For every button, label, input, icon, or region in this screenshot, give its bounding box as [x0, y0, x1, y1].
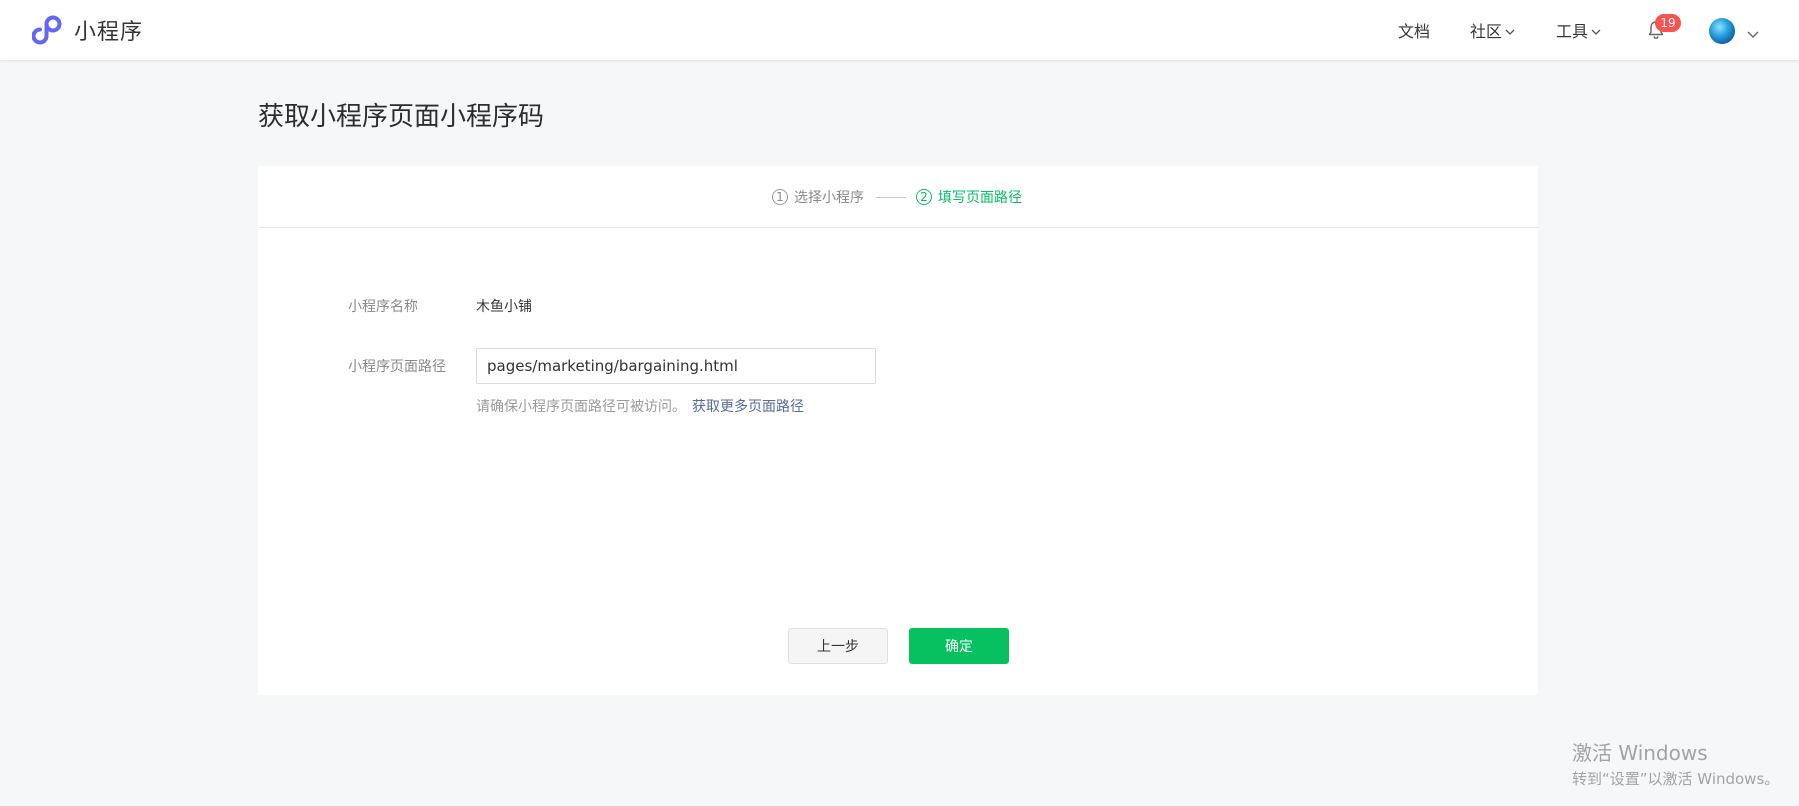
chevron-down-icon[interactable] — [1747, 24, 1759, 43]
chevron-down-icon — [1505, 21, 1515, 40]
top-navigation-bar: 小程序 文档 社区 工具 19 — [0, 0, 1799, 60]
confirm-button[interactable]: 确定 — [909, 628, 1009, 664]
miniprogram-name-value: 木鱼小铺 — [476, 299, 532, 315]
step-label: 填写页面路径 — [938, 190, 1022, 206]
miniprogram-name-label: 小程序名称 — [348, 299, 418, 315]
previous-step-button[interactable]: 上一步 — [788, 628, 888, 664]
page-path-label: 小程序页面路径 — [348, 359, 446, 375]
step-number: 2 — [916, 189, 932, 205]
nav-tools[interactable]: 工具 — [1556, 0, 1601, 60]
nav-community[interactable]: 社区 — [1470, 0, 1515, 60]
chevron-down-icon — [1591, 21, 1601, 40]
nav-community-label: 社区 — [1470, 22, 1503, 41]
brand-logo-link[interactable]: 小程序 — [32, 12, 143, 48]
step-fill-page-path: 2 填写页面路径 — [916, 187, 1022, 207]
step-number: 1 — [772, 189, 788, 205]
miniprogram-logo-icon — [32, 14, 64, 46]
step-indicator: 1 选择小程序 2 填写页面路径 — [258, 166, 1538, 228]
nav-tools-label: 工具 — [1556, 22, 1589, 41]
page-path-input[interactable] — [476, 348, 876, 384]
brand-name: 小程序 — [74, 20, 144, 45]
step-label: 选择小程序 — [794, 190, 864, 206]
page-path-hint-text: 请确保小程序页面路径可被访问。 — [476, 399, 686, 415]
main-card: 1 选择小程序 2 填写页面路径 小程序名称 木鱼小铺 小程序页面路径 请确保小… — [258, 166, 1538, 695]
step-divider — [876, 197, 906, 198]
watermark-title: 激活 Windows — [1572, 741, 1708, 765]
watermark-subtitle: 转到“设置”以激活 Windows。 — [1572, 770, 1780, 788]
step-select-miniprogram: 1 选择小程序 — [772, 187, 864, 207]
more-page-paths-link[interactable]: 获取更多页面路径 — [692, 399, 804, 415]
page-title: 获取小程序页面小程序码 — [258, 102, 545, 132]
page-path-hint: 请确保小程序页面路径可被访问。 获取更多页面路径 — [476, 396, 804, 416]
windows-activation-watermark: 激活 Windows 转到“设置”以激活 Windows。 — [1572, 740, 1779, 790]
nav-docs[interactable]: 文档 — [1398, 0, 1430, 60]
nav-docs-label: 文档 — [1398, 22, 1431, 41]
user-avatar[interactable] — [1709, 18, 1735, 44]
notification-badge: 19 — [1655, 14, 1681, 32]
